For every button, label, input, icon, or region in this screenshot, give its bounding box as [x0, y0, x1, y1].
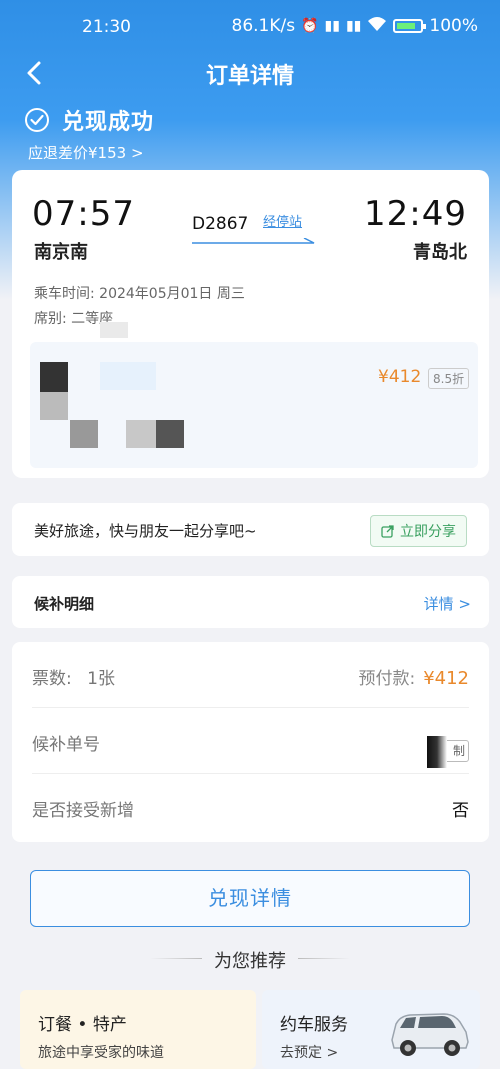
- tickets-label: 票数:: [32, 669, 72, 689]
- order-number-label: 候补单号: [32, 735, 100, 755]
- check-circle-icon: [25, 108, 49, 132]
- arrival-station: 青岛北: [413, 242, 467, 263]
- net-speed: 86.1K/s: [231, 16, 296, 36]
- share-button-label: 立即分享: [400, 524, 456, 540]
- prepay-value: ¥412: [423, 668, 469, 689]
- wifi-icon: [367, 16, 387, 36]
- tile-subtitle: 去预定 >: [280, 1045, 339, 1061]
- ride-date: 乘车时间: 2024年05月01日 周三: [34, 286, 245, 302]
- waitlist-info-card: 票数: 1张 预付款: ¥412 候补单号 制 是否接受新增 否: [12, 642, 489, 842]
- redeem-details-button[interactable]: 兑现详情: [30, 870, 470, 927]
- divider: [298, 958, 350, 959]
- redacted-block: [427, 736, 447, 768]
- share-button[interactable]: 立即分享: [370, 515, 467, 547]
- waitlist-detail-link[interactable]: 详情 >: [424, 593, 471, 614]
- route-arrow-icon: [192, 238, 315, 244]
- share-icon: [381, 525, 394, 538]
- redacted-block: [70, 420, 98, 448]
- stops-link[interactable]: 经停站: [263, 211, 302, 230]
- redacted-block: [126, 420, 156, 448]
- order-status: 兑现成功: [24, 104, 154, 136]
- tile-subtitle: 旅途中享受家的味道: [38, 1045, 164, 1061]
- waitlist-header: 候补明细 详情 >: [12, 576, 489, 628]
- accept-new-row: 是否接受新增 否: [32, 774, 469, 840]
- arrival-time: 12:49: [364, 194, 467, 234]
- prepay-label: 预付款:: [358, 669, 416, 689]
- refund-link[interactable]: 应退差价¥153 >: [28, 142, 144, 163]
- car-icon: [391, 1013, 469, 1056]
- alarm-icon: ⏰: [301, 18, 319, 34]
- share-card: 美好旅途，快与朋友一起分享吧~ 立即分享: [12, 503, 489, 556]
- status-text: 兑现成功: [62, 110, 155, 135]
- redacted-block: [100, 322, 128, 338]
- signal-icon: ▮▮: [324, 18, 340, 34]
- tile-title: 约车服务: [280, 1015, 348, 1035]
- share-text: 美好旅途，快与朋友一起分享吧~: [34, 522, 257, 540]
- ticket-price: ¥412: [378, 367, 422, 387]
- prepay-field: 预付款: ¥412: [358, 664, 469, 689]
- status-bar: 21:30 86.1K/s ⏰ ▮▮ ▮▮ 100%: [0, 0, 500, 50]
- battery-icon: [393, 19, 427, 33]
- signal-2-icon: ▮▮: [345, 18, 362, 34]
- recommend-tile-meal[interactable]: 订餐 • 特产 旅途中享受家的味道: [20, 990, 256, 1069]
- tickets-row: 票数: 1张 预付款: ¥412: [32, 642, 469, 708]
- page-title: 订单详情: [205, 64, 294, 89]
- ticket-card: 07:57 南京南 D2867 经停站 12:49 青岛北 乘车时间: 2024…: [12, 170, 489, 478]
- tickets-field: 票数: 1张: [32, 664, 115, 689]
- recommend-heading: 为您推荐: [214, 951, 286, 972]
- train-number: D2867: [192, 214, 249, 234]
- accept-new-label: 是否接受新增: [32, 801, 134, 821]
- status-time: 21:30: [82, 17, 131, 37]
- tickets-value: 1张: [87, 669, 115, 689]
- redacted-block: [40, 392, 68, 420]
- battery-level: 100%: [429, 16, 478, 36]
- order-number-row: 候补单号 制: [32, 708, 469, 774]
- status-indicators: 86.1K/s ⏰ ▮▮ ▮▮ 100%: [232, 16, 478, 36]
- departure-station: 南京南: [34, 242, 88, 263]
- redacted-block: [40, 362, 68, 392]
- waitlist-title: 候补明细: [34, 595, 95, 613]
- passenger-panel: [30, 322, 478, 468]
- discount-badge: 8.5折: [428, 368, 470, 389]
- tile-title: 订餐 • 特产: [38, 1015, 127, 1035]
- redacted-block: [156, 420, 184, 448]
- redacted-block: [100, 362, 156, 390]
- recommend-tile-car[interactable]: 约车服务 去预定 >: [262, 990, 480, 1069]
- departure-time: 07:57: [32, 194, 135, 234]
- accept-new-value: 否: [452, 801, 469, 821]
